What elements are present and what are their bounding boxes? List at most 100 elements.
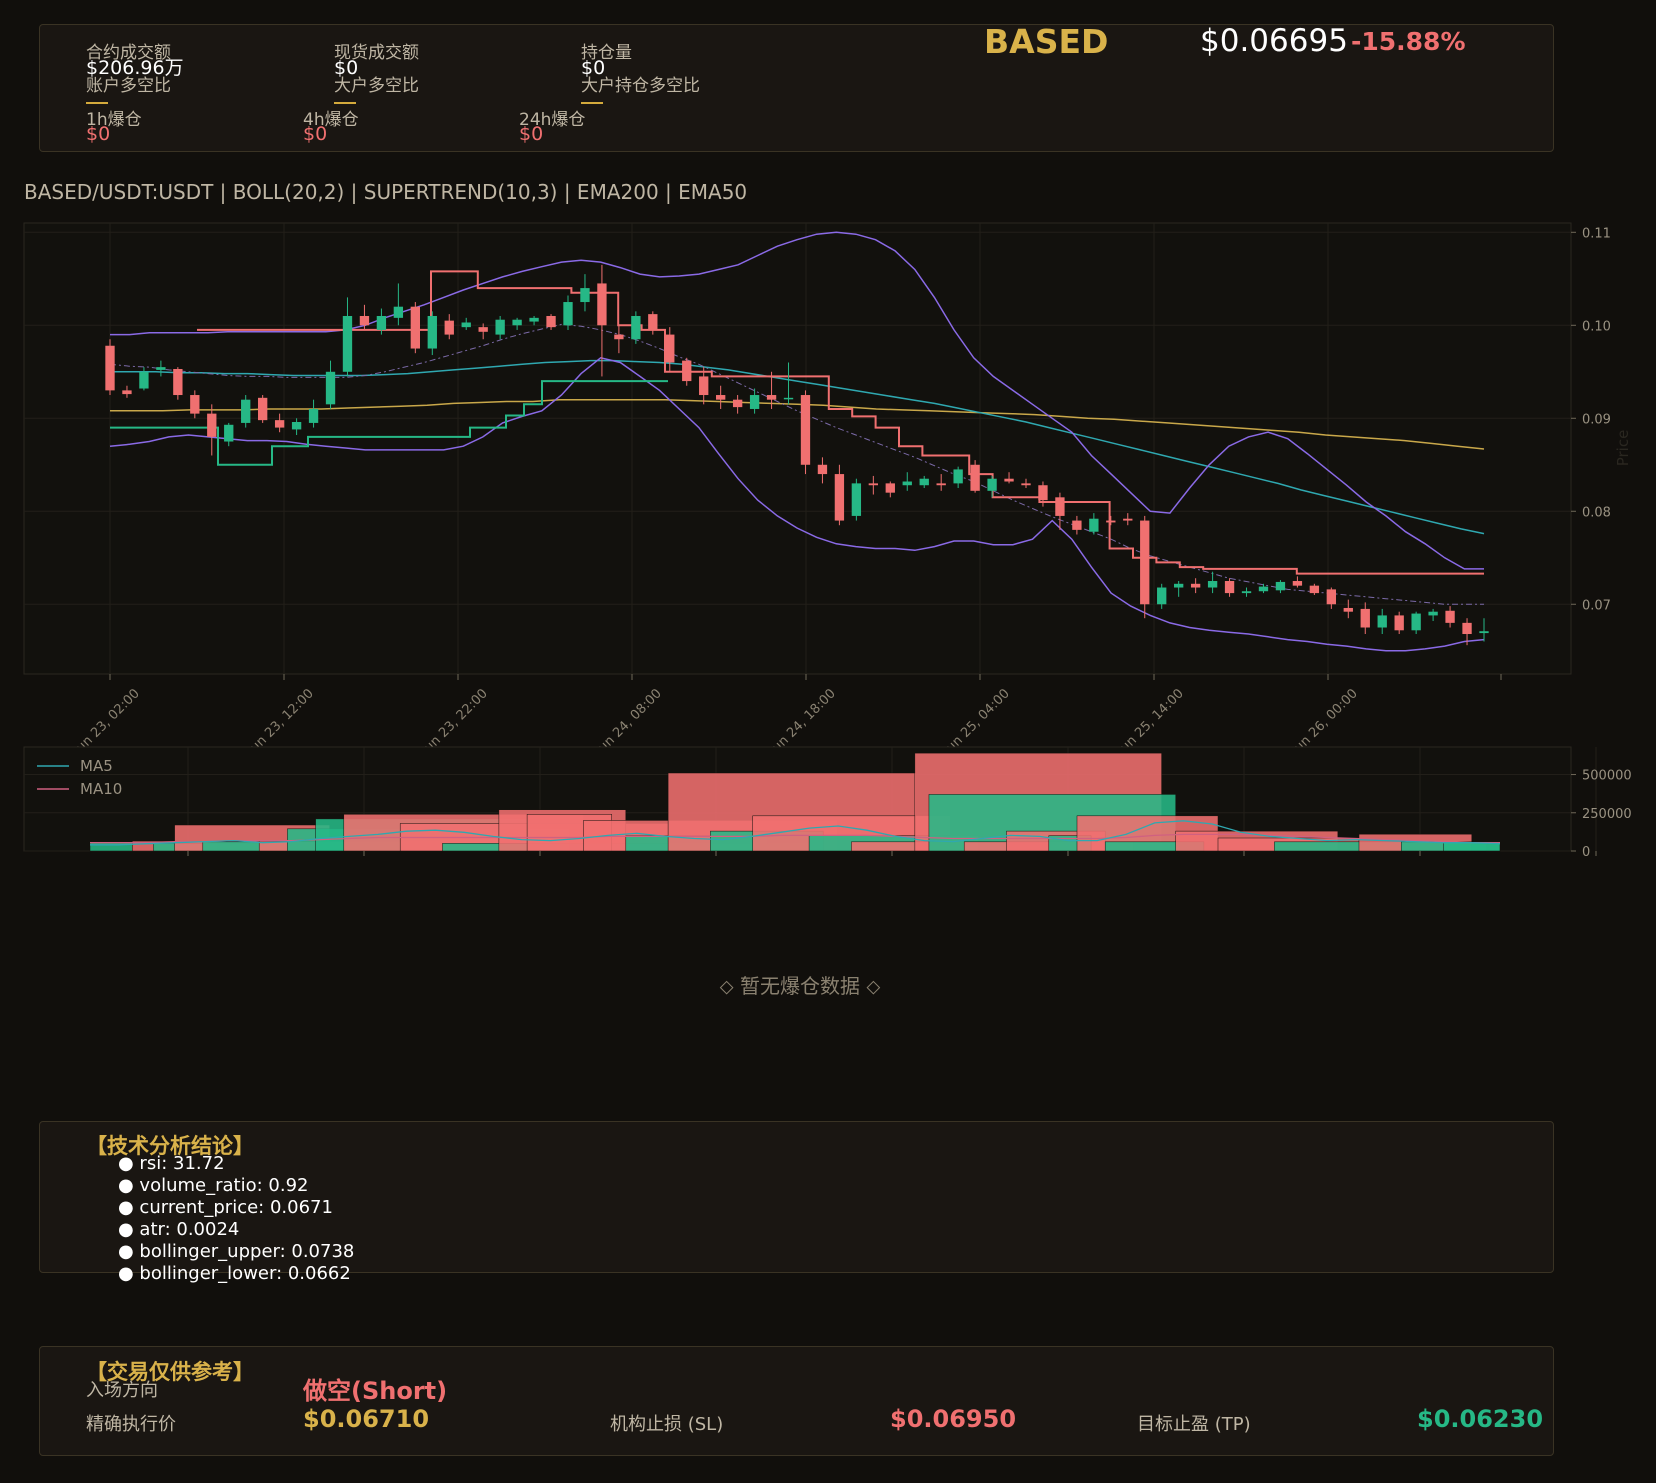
stop-loss-value: $0.06950 [890, 1405, 1017, 1433]
price-chart[interactable]: 0.110.100.090.080.07 Jun 23, 02:00 Jun 23… [0, 220, 1656, 760]
candle-body [1411, 613, 1421, 631]
candle-body [393, 306, 404, 318]
candle-body [325, 371, 336, 405]
ratio-underline-top-position [581, 102, 603, 104]
candle-body [580, 288, 590, 303]
candle-body [512, 319, 522, 326]
candle-body [682, 360, 692, 382]
candle-body [817, 464, 828, 475]
candle-body [919, 478, 929, 486]
candle-body [800, 395, 811, 465]
direction-value: 做空(Short) [303, 1377, 448, 1405]
candle-body [139, 371, 149, 389]
ratio-underline-top-trader [334, 102, 356, 104]
candle-body [1224, 581, 1235, 594]
candle-body [1106, 520, 1116, 523]
candle-body [1258, 586, 1269, 592]
analysis-item-volume-ratio: ● volume_ratio: 0.92 [118, 1175, 309, 1196]
candle-body [461, 322, 471, 328]
ratio-label-top-position: 大户持仓多空比 [581, 76, 700, 96]
candle-body [207, 413, 217, 437]
entry-price-label: 精确执行价 [86, 1414, 176, 1435]
candle-body [1038, 485, 1048, 501]
take-profit-label: 目标止盈 (TP) [1137, 1414, 1251, 1435]
legend-ma10: MA10 [80, 780, 122, 798]
candle-body [1275, 581, 1286, 591]
candle-body [1241, 591, 1252, 594]
candle-body [783, 397, 794, 400]
candle-body [851, 483, 862, 516]
price-y-tick-label: 0.10 [1582, 319, 1611, 334]
candle-body [241, 399, 251, 423]
candle-body [308, 408, 319, 423]
candle-body [105, 345, 115, 391]
candle-body [1462, 622, 1472, 635]
candle-body [173, 368, 183, 396]
candle-body [614, 334, 624, 340]
volume-y-tick-label: 500000 [1582, 769, 1632, 784]
analysis-item-rsi: ● rsi: 31.72 [118, 1153, 225, 1174]
current-price: $0.06695 [1200, 23, 1348, 59]
candle-body [1343, 607, 1353, 612]
candle-body [1360, 608, 1370, 628]
candle-body [495, 319, 505, 335]
analysis-item-current-price: ● current_price: 0.0671 [118, 1197, 333, 1218]
candle-body [1394, 615, 1404, 631]
candle-body [1174, 583, 1184, 588]
price-plot-area [23, 222, 1572, 675]
candle-body [258, 397, 268, 421]
candle-body [716, 395, 726, 400]
candle-body [274, 420, 285, 428]
legend-ma5: MA5 [80, 757, 113, 775]
candle-body [410, 306, 420, 349]
liq-value-24h: $0 [519, 123, 544, 145]
candle-body [699, 376, 709, 396]
candle-body [648, 314, 658, 330]
price-y-tick-label: 0.11 [1582, 226, 1611, 241]
candle-body [342, 315, 353, 372]
liq-value-1h: $0 [86, 123, 111, 145]
candle-body [1207, 581, 1218, 588]
ratio-label-account: 账户多空比 [86, 76, 171, 96]
candle-body [597, 283, 607, 326]
candle-body [970, 464, 980, 491]
candle-body [1292, 581, 1303, 586]
price-change: -15.88% [1351, 27, 1466, 56]
candle-body [376, 315, 387, 330]
candle-body [766, 395, 777, 400]
candle-body [1445, 610, 1455, 623]
candle-body [224, 424, 234, 442]
candle-body [122, 390, 132, 395]
candle-body [1190, 583, 1201, 588]
candle-body [546, 315, 556, 328]
candle-body [444, 320, 454, 335]
volume-y-tick-label: 250000 [1582, 807, 1632, 822]
candle-body [1004, 478, 1014, 482]
symbol-name: BASED [984, 22, 1109, 61]
candle-body [885, 483, 895, 493]
candle-body [1089, 518, 1099, 532]
candle-body [1479, 631, 1489, 634]
price-y-tick-label: 0.07 [1582, 598, 1611, 613]
candle-body [291, 421, 302, 430]
candle-body [1377, 615, 1387, 628]
ratio-label-top-trader: 大户多空比 [334, 76, 419, 96]
candle-body [1140, 520, 1150, 605]
candle-body [868, 483, 878, 486]
candle-body [1326, 589, 1336, 605]
entry-price-value: $0.06710 [303, 1405, 430, 1433]
candle-body [563, 302, 573, 326]
no-liquidation-notice: ⬦ 暂无爆仓数据 ⬦ [719, 974, 881, 998]
candle-body [1021, 483, 1031, 486]
candle-body [834, 474, 845, 521]
volume-chart[interactable]: 500000 250000 0 MA5 MA10 [0, 744, 1656, 856]
y-axis-label: Price [1614, 430, 1632, 467]
stop-loss-label: 机构止损 (SL) [610, 1414, 724, 1435]
take-profit-value: $0.06230 [1417, 1405, 1544, 1433]
candle-body [1123, 518, 1133, 521]
candle-body [665, 334, 675, 363]
trade-panel [39, 1346, 1554, 1456]
analysis-item-bollinger-lower: ● bollinger_lower: 0.0662 [118, 1263, 351, 1284]
candle-body [1309, 585, 1320, 594]
candle-body [1428, 611, 1438, 616]
